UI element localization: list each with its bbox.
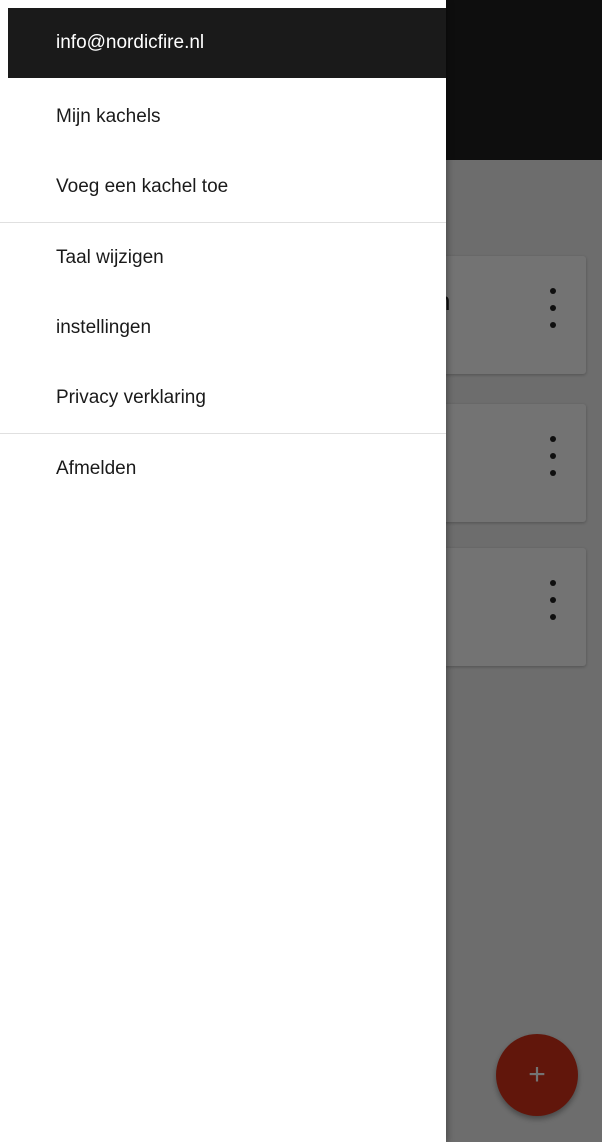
menu-item-settings[interactable]: instellingen xyxy=(0,293,446,363)
menu-item-logout[interactable]: Afmelden xyxy=(0,434,446,504)
drawer-menu: Mijn kachels Voeg een kachel toe Taal wi… xyxy=(0,82,446,504)
drawer-header: info@nordicfire.nl xyxy=(8,8,446,78)
menu-item-my-stoves[interactable]: Mijn kachels xyxy=(0,82,446,152)
menu-item-privacy-statement[interactable]: Privacy verklaring xyxy=(0,363,446,433)
account-email: info@nordicfire.nl xyxy=(56,32,205,53)
menu-item-change-language[interactable]: Taal wijzigen xyxy=(0,223,446,293)
navigation-drawer: info@nordicfire.nl Mijn kachels Voeg een… xyxy=(0,0,446,1142)
menu-item-add-stove[interactable]: Voeg een kachel toe xyxy=(0,152,446,222)
